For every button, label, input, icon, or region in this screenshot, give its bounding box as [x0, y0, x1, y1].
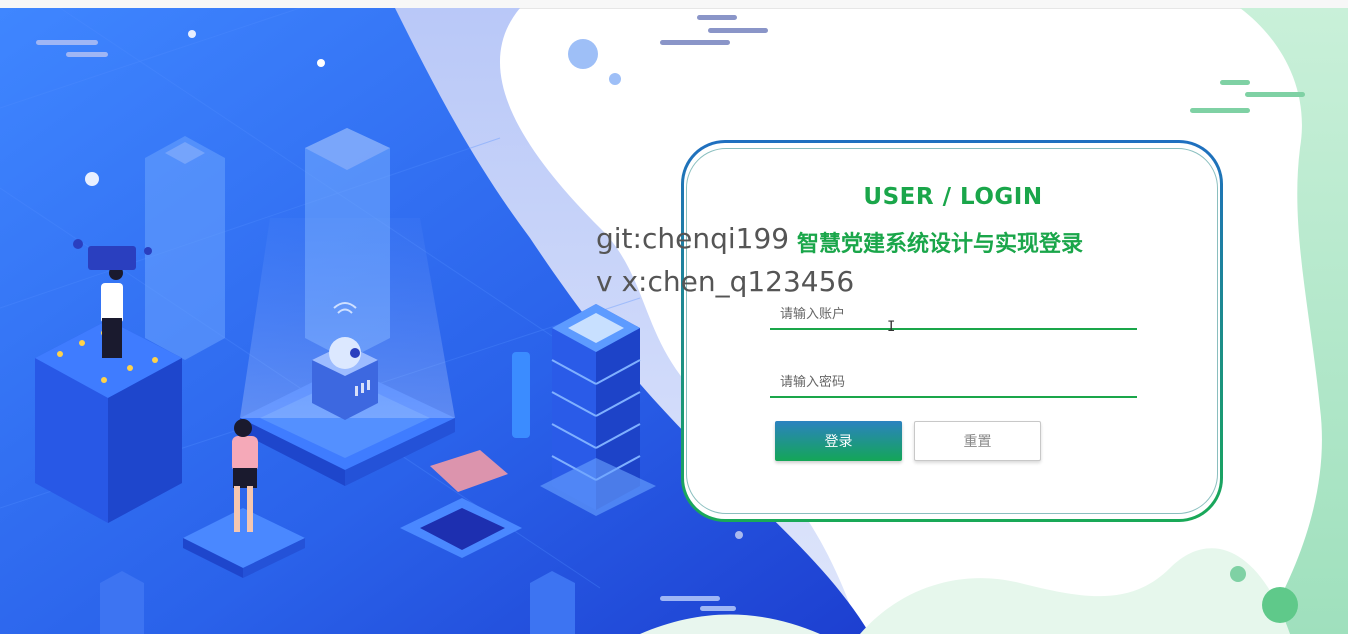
watermark-line-2: v x:chen_q123456 — [596, 265, 855, 298]
system-title: 智慧党建系统设计与实现登录 — [797, 232, 1084, 257]
login-button[interactable]: 登录 — [775, 421, 902, 461]
password-input[interactable] — [770, 372, 1137, 398]
text-cursor-icon: I — [887, 319, 896, 335]
watermark-line-1: git:chenqi199 — [596, 222, 790, 255]
reset-button[interactable]: 重置 — [914, 421, 1041, 461]
username-input[interactable] — [770, 304, 1137, 330]
login-title: USER / LOGIN — [863, 184, 1043, 210]
